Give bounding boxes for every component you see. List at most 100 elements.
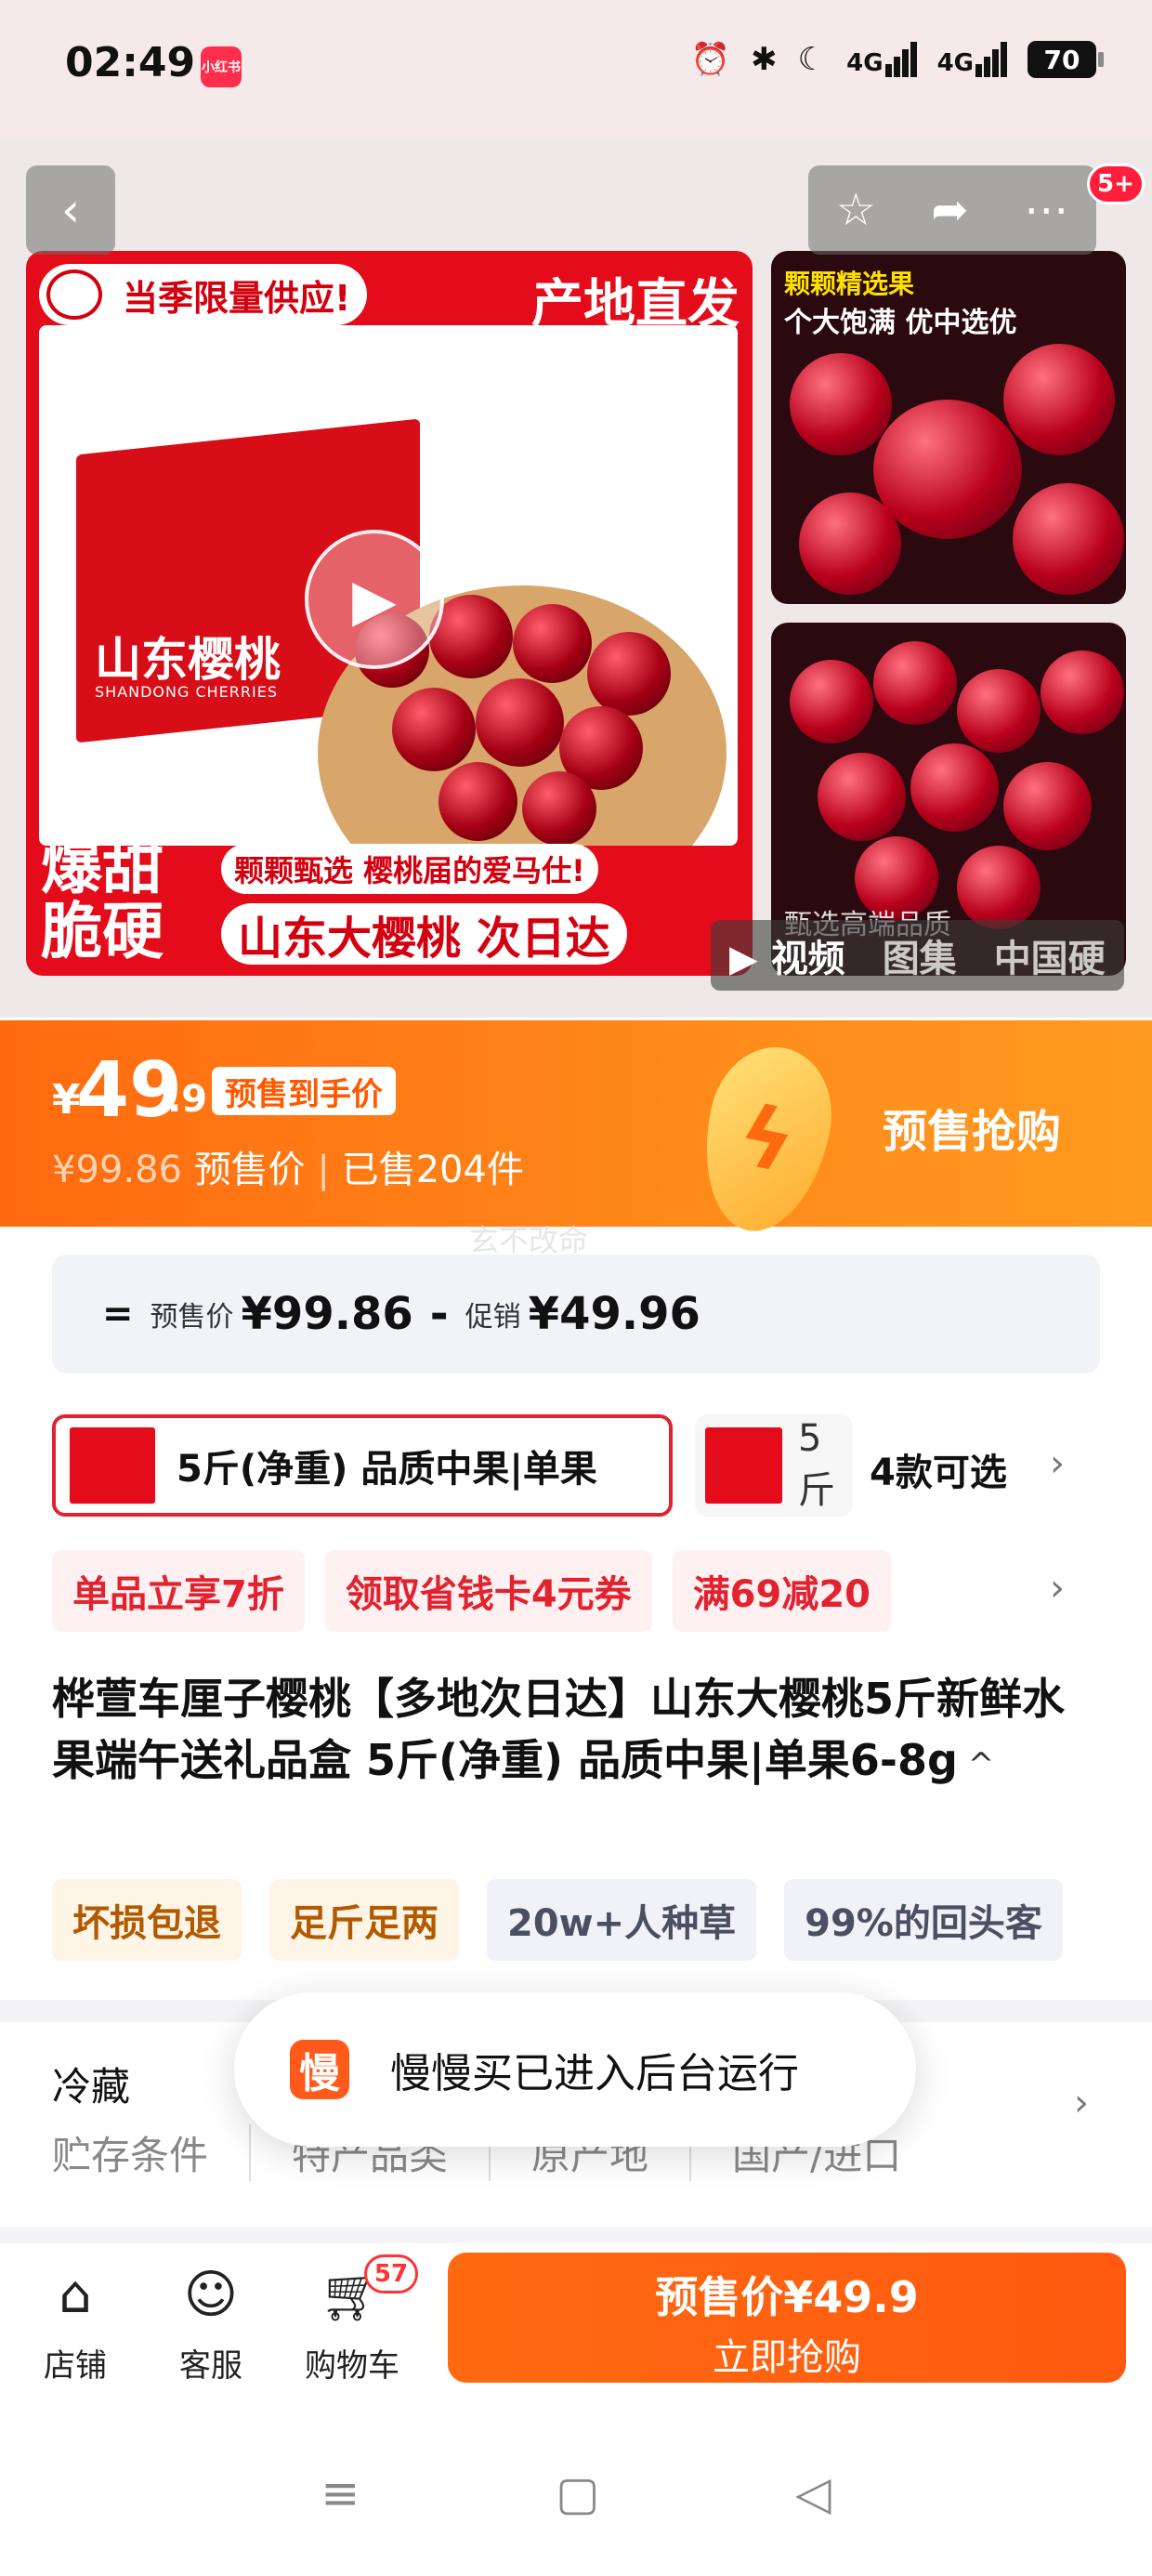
tab-video[interactable]: ▶ 视频 — [729, 928, 845, 982]
signal-icon: 4G — [846, 42, 917, 77]
side-image-1[interactable]: 颗颗精选果 个大饱满 优中选优 — [771, 251, 1126, 604]
cherry — [873, 400, 1022, 539]
promotion-list: 单品立享7折 领取省钱卡4元券 满69减20 — [52, 1550, 1152, 1632]
collapse-caret-icon[interactable]: ^ — [958, 1746, 995, 1783]
variant-option[interactable]: 5斤 — [695, 1414, 853, 1517]
action-bar: ☆ ➦ ⋯ — [808, 165, 1096, 255]
tagline-right: 山东大樱桃 次日达 — [221, 903, 627, 965]
menu-icon[interactable]: ≡ — [321, 2466, 360, 2520]
variant-thumbnail — [67, 1425, 158, 1506]
chevron-left-icon: ‹ — [61, 183, 80, 237]
cart-button[interactable]: 🛒︎ 57 购物车 — [292, 2254, 418, 2385]
cherry — [1003, 762, 1092, 850]
cherry — [957, 669, 1041, 753]
favorite-star-icon[interactable]: ☆ — [836, 184, 876, 236]
variant-count[interactable]: 4款可选 — [870, 1442, 1007, 1496]
cherry — [1003, 344, 1115, 455]
more-badge: 5+ — [1087, 164, 1145, 204]
toast-notification: 慢 慢慢买已进入后台运行 — [234, 1992, 916, 2147]
variant-thumbnail — [702, 1425, 785, 1506]
equals-sign: = — [102, 1293, 134, 1335]
back-button[interactable]: ‹ — [26, 165, 115, 255]
bottom-action-bar: ⌂ 店铺 ☺ 客服 🛒︎ 57 购物车 预售价¥49.9 立即抢购 — [0, 2243, 1152, 2411]
alarm-icon: ⏰ — [690, 41, 731, 78]
box-label: 山东樱桃 — [95, 633, 281, 687]
feature-tag: 足斤足两 — [269, 1879, 459, 1961]
feature-tag: 坏损包退 — [52, 1879, 242, 1961]
cherry — [790, 353, 892, 455]
minus-sign: - — [429, 1288, 449, 1340]
toast-message: 慢慢买已进入后台运行 — [390, 2050, 799, 2097]
side-caption-2: 个大饱满 优中选优 — [784, 307, 1017, 339]
cherry — [790, 660, 873, 743]
formula-value-presale: ¥99.86 — [241, 1288, 413, 1340]
spec-label: 贮存条件 — [52, 2124, 252, 2181]
sold-count: 已售204件 — [341, 1149, 524, 1191]
formula-value-promo: ¥49.96 — [528, 1288, 700, 1340]
formula-label-promo: 促销 — [465, 1301, 521, 1334]
product-title: 桦萱车厘子樱桃【多地次日达】山东大樱桃5斤新鲜水果端午送礼品盒 5斤(净重) 品… — [52, 1674, 1066, 1785]
share-icon[interactable]: ➦ — [931, 184, 968, 236]
price-formula: = 预售价 ¥99.86 - 促销 ¥49.96 — [52, 1255, 1100, 1373]
cart-count-badge: 57 — [364, 2254, 418, 2293]
media-tabs: ▶ 视频 图集 中国硬 — [711, 920, 1124, 991]
storage-value: 冷藏 — [52, 2064, 131, 2109]
price-tag: 预售到手价 — [212, 1067, 396, 1115]
smiley-icon: ☺ — [183, 2264, 239, 2325]
promotion-tag[interactable]: 单品立享7折 — [52, 1550, 305, 1632]
clock: 02:49 — [65, 39, 196, 86]
store-icon: ⌂ — [59, 2264, 92, 2325]
cherry — [1041, 651, 1124, 734]
system-navigation-bar: ≡ ▢ ◁ — [0, 2411, 1152, 2576]
main-product-image[interactable]: 产地直发 当季限量供应! 山东樱桃 SHANDONG CHERRIES ▶ 爆甜… — [26, 251, 753, 976]
season-tag: 当季限量供应! — [39, 264, 368, 325]
home-icon[interactable]: ▢ — [556, 2466, 599, 2520]
section-divider — [0, 2227, 1152, 2243]
cherry — [392, 688, 476, 771]
mascot-icon — [46, 269, 102, 320]
variant-selector: 5斤(净重) 品质中果|单果 5斤 4款可选 › — [52, 1414, 1152, 1517]
chevron-right-icon[interactable]: › — [1050, 1442, 1065, 1485]
box-sublabel: SHANDONG CHERRIES — [95, 683, 278, 701]
status-bar: 02:49 小红书 ⏰ ✱ ☾ 4G 4G 70 — [0, 0, 1152, 139]
cherry — [476, 678, 564, 767]
feature-tag: 99%的回头客 — [784, 1879, 1063, 1961]
feature-tags: 坏损包退 足斤足两 20w+人种草 99%的回头客 — [52, 1879, 1063, 1961]
battery-icon: 70 — [1028, 41, 1104, 78]
buy-now-button[interactable]: 预售价¥49.9 立即抢购 — [448, 2253, 1126, 2383]
more-icon[interactable]: ⋯ — [1024, 184, 1068, 236]
presale-rush-label[interactable]: 预售抢购 — [883, 1095, 1061, 1160]
signal-icon-2: 4G — [937, 42, 1007, 77]
variant-option-selected[interactable]: 5斤(净重) 品质中果|单果 — [52, 1414, 673, 1517]
chevron-right-icon[interactable]: › — [1074, 2082, 1089, 2124]
bluetooth-icon: ✱ — [751, 41, 778, 78]
tab-gallery[interactable]: 图集 — [883, 928, 957, 982]
cherry — [799, 493, 901, 595]
promotion-tag[interactable]: 满69减20 — [672, 1550, 892, 1632]
promotion-tag[interactable]: 领取省钱卡4元券 — [324, 1550, 652, 1632]
presale-label: 预售价 — [193, 1149, 306, 1191]
tagline-ribbon: 颗颗甄选 樱桃届的爱马仕! — [221, 844, 598, 894]
store-button[interactable]: ⌂ 店铺 — [15, 2262, 136, 2385]
back-triangle-icon[interactable]: ◁ — [795, 2466, 831, 2520]
original-price: ¥99.86 — [52, 1149, 182, 1191]
price-banner: ¥ 49 .9 预售到手价 ¥99.86 预售价 | 已售204件 ϟ 预售抢购 — [0, 1020, 1152, 1243]
cart-label: 购物车 — [305, 2347, 399, 2385]
cherry — [957, 846, 1041, 929]
price-decimal: .9 — [167, 1078, 208, 1121]
chevron-right-icon[interactable]: › — [1050, 1567, 1065, 1610]
customer-service-button[interactable]: ☺ 客服 — [151, 2262, 271, 2385]
play-video-icon[interactable]: ▶ — [305, 530, 444, 669]
cherry — [439, 762, 517, 841]
tagline-left: 爆甜 脆硬 — [41, 831, 164, 967]
service-label: 客服 — [179, 2347, 242, 2385]
price-subline: ¥99.86 预售价 | 已售204件 — [52, 1149, 524, 1191]
price-integer: 49 — [76, 1046, 183, 1135]
cherry — [818, 753, 906, 841]
app-notification-icon: 小红书 — [201, 46, 242, 87]
tab-extra[interactable]: 中国硬 — [994, 928, 1106, 982]
moon-icon: ☾ — [797, 41, 827, 78]
feature-tag: 20w+人种草 — [487, 1879, 757, 1961]
formula-label-presale: 预售价 — [150, 1301, 234, 1334]
buy-label: 立即抢购 — [713, 2336, 861, 2379]
